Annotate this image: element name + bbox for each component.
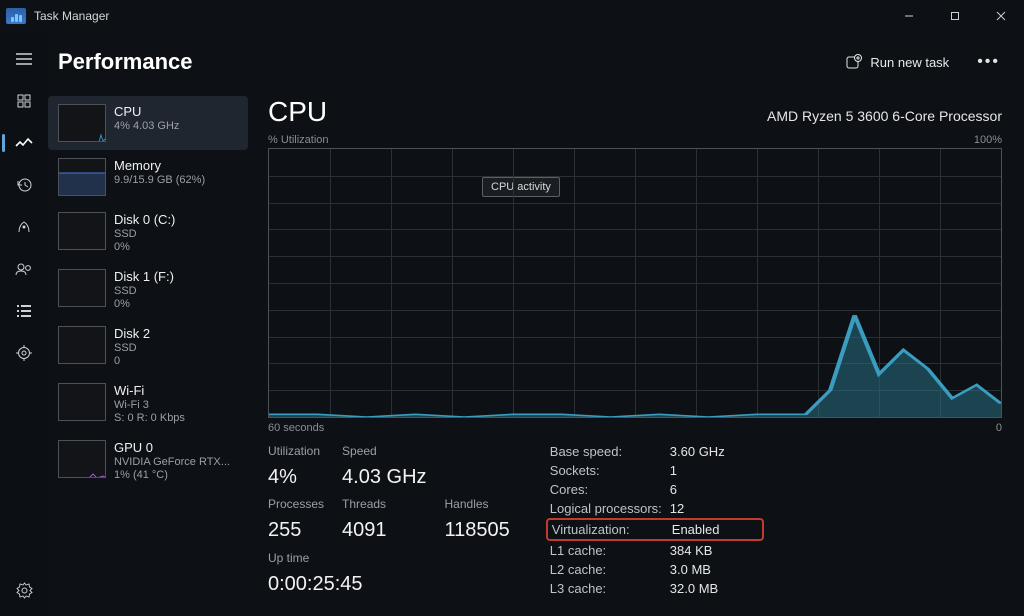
nav-services[interactable]	[0, 332, 48, 374]
more-options-button[interactable]: •••	[971, 49, 1006, 75]
page-header: Performance Run new task •••	[48, 32, 1024, 92]
stat-label: L3 cache:	[550, 581, 670, 596]
nav-details[interactable]	[0, 290, 48, 332]
virtualization-highlight: Virtualization:Enabled	[546, 518, 764, 541]
perf-item-sub: Wi-Fi 3	[114, 399, 185, 411]
perf-item-memory[interactable]: Memory9.9/15.9 GB (62%)	[48, 150, 248, 204]
perf-item-sub: SSD	[114, 285, 174, 297]
stat-value: 3.0 MB	[670, 562, 760, 577]
perf-thumbnail	[58, 104, 106, 142]
perf-item-gpu-0[interactable]: GPU 0NVIDIA GeForce RTX...1% (41 °C)	[48, 432, 248, 489]
nav-performance[interactable]	[0, 122, 48, 164]
perf-item-wi-fi[interactable]: Wi-FiWi-Fi 3S: 0 R: 0 Kbps	[48, 375, 248, 432]
perf-thumbnail	[58, 269, 106, 307]
detail-title: CPU	[268, 96, 327, 128]
stat-label: Logical processors:	[550, 501, 670, 516]
titlebar-left: Task Manager	[6, 8, 109, 24]
run-task-label: Run new task	[870, 55, 949, 70]
perf-item-sub2: S: 0 R: 0 Kbps	[114, 412, 185, 424]
perf-item-sub: SSD	[114, 228, 175, 240]
threads-label: Threads	[342, 497, 426, 511]
stat-value: 12	[670, 501, 760, 516]
titlebar: Task Manager	[0, 0, 1024, 32]
run-new-task-button[interactable]: Run new task	[836, 48, 959, 76]
page-title: Performance	[58, 49, 193, 75]
nav-processes[interactable]	[0, 80, 48, 122]
utilization-value: 4%	[268, 466, 324, 489]
speed-value: 4.03 GHz	[342, 466, 426, 489]
stat-value: 32.0 MB	[670, 581, 760, 596]
cpu-detail-pane: CPU AMD Ryzen 5 3600 6-Core Processor % …	[248, 92, 1024, 616]
perf-item-name: Memory	[114, 158, 205, 173]
nav-app-history[interactable]	[0, 164, 48, 206]
utilization-label: Utilization	[268, 444, 324, 458]
stat-value: Enabled	[672, 522, 762, 537]
speed-label: Speed	[342, 444, 426, 458]
perf-item-sub2: 0%	[114, 241, 175, 253]
x-axis-left: 60 seconds	[268, 422, 324, 434]
minimize-button[interactable]	[886, 0, 932, 32]
handles-label: Handles	[445, 497, 510, 511]
y-axis-label-right: 100%	[974, 134, 1002, 146]
performance-list: CPU4% 4.03 GHzMemory9.9/15.9 GB (62%)Dis…	[48, 92, 248, 616]
stat-value: 384 KB	[670, 543, 760, 558]
perf-item-disk-1-f-[interactable]: Disk 1 (F:)SSD0%	[48, 261, 248, 318]
perf-item-sub: 9.9/15.9 GB (62%)	[114, 174, 205, 186]
perf-item-disk-2[interactable]: Disk 2SSD0	[48, 318, 248, 375]
nav-users[interactable]	[0, 248, 48, 290]
stat-label: L1 cache:	[550, 543, 670, 558]
stat-value: 3.60 GHz	[670, 444, 760, 459]
perf-item-name: CPU	[114, 104, 179, 119]
cpu-model: AMD Ryzen 5 3600 6-Core Processor	[767, 108, 1002, 124]
cpu-utilization-chart[interactable]: CPU activity	[268, 148, 1002, 418]
nav-hamburger[interactable]	[0, 38, 48, 80]
perf-item-name: Disk 0 (C:)	[114, 212, 175, 227]
app-title: Task Manager	[34, 9, 109, 23]
stat-label: L2 cache:	[550, 562, 670, 577]
run-task-icon	[846, 54, 862, 70]
perf-item-sub: SSD	[114, 342, 150, 354]
perf-item-sub: 4% 4.03 GHz	[114, 120, 179, 132]
perf-item-sub2: 0	[114, 355, 150, 367]
threads-value: 4091	[342, 519, 426, 542]
stat-label: Cores:	[550, 482, 670, 497]
perf-thumbnail	[58, 383, 106, 421]
processes-label: Processes	[268, 497, 324, 511]
perf-item-sub2: 0%	[114, 298, 174, 310]
perf-thumbnail	[58, 158, 106, 196]
uptime-label: Up time	[268, 551, 510, 565]
stat-label: Virtualization:	[552, 522, 672, 537]
perf-thumbnail	[58, 212, 106, 250]
nav-startup[interactable]	[0, 206, 48, 248]
stat-value: 6	[670, 482, 760, 497]
nav-rail	[0, 32, 48, 616]
window-controls	[886, 0, 1024, 32]
uptime-value: 0:00:25:45	[268, 573, 510, 596]
perf-item-name: Wi-Fi	[114, 383, 185, 398]
perf-item-name: GPU 0	[114, 440, 230, 455]
stat-value: 1	[670, 463, 760, 478]
handles-value: 118505	[445, 519, 510, 542]
x-axis-right: 0	[996, 422, 1002, 434]
perf-item-name: Disk 2	[114, 326, 150, 341]
perf-item-name: Disk 1 (F:)	[114, 269, 174, 284]
perf-thumbnail	[58, 440, 106, 478]
perf-item-cpu[interactable]: CPU4% 4.03 GHz	[48, 96, 248, 150]
perf-thumbnail	[58, 326, 106, 364]
stat-label: Sockets:	[550, 463, 670, 478]
cpu-stats-right: Base speed:3.60 GHzSockets:1Cores:6Logic…	[550, 444, 760, 596]
stat-label: Base speed:	[550, 444, 670, 459]
perf-item-sub2: 1% (41 °C)	[114, 469, 230, 481]
processes-value: 255	[268, 519, 324, 542]
nav-settings[interactable]	[0, 574, 48, 616]
close-button[interactable]	[978, 0, 1024, 32]
y-axis-label-left: % Utilization	[268, 134, 329, 146]
maximize-button[interactable]	[932, 0, 978, 32]
perf-item-sub: NVIDIA GeForce RTX...	[114, 456, 230, 468]
perf-item-disk-0-c-[interactable]: Disk 0 (C:)SSD0%	[48, 204, 248, 261]
app-icon	[6, 8, 26, 24]
cpu-stats-left: Utilization Speed 4% 4.03 GHz Processes …	[268, 444, 510, 596]
